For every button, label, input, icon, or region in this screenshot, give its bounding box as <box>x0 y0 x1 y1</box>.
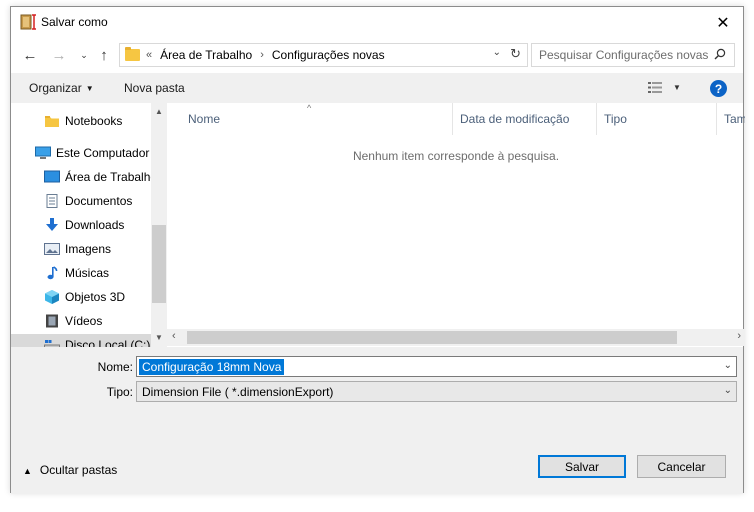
search-box[interactable]: Pesquisar Configurações novas <box>531 43 735 67</box>
refresh-icon[interactable]: ↻ <box>510 46 521 62</box>
scrollbar-thumb[interactable] <box>152 225 166 303</box>
pictures-icon <box>44 242 60 256</box>
forward-button[interactable]: → <box>50 46 68 64</box>
nav-item-label: Área de Trabalho <box>65 170 158 184</box>
close-button[interactable]: ✕ <box>703 7 743 38</box>
navigation-pane-scrollbar[interactable]: ▲ ▼ <box>151 103 167 347</box>
address-bar[interactable]: « Área de Trabalho › Configurações novas… <box>119 43 528 67</box>
hide-folders-label: Ocultar pastas <box>39 463 118 477</box>
nav-item-label: Notebooks <box>65 114 123 128</box>
save-button[interactable]: Salvar <box>538 455 626 478</box>
dialog-title: Salvar como <box>41 15 108 29</box>
column-header-type[interactable]: Tipo <box>597 103 717 135</box>
nav-item-label: Disco Local (C:) <box>65 338 151 347</box>
nav-item-label: Downloads <box>65 218 125 232</box>
chevron-down-icon[interactable]: ⌄ <box>724 360 732 371</box>
chevron-down-icon: ⌄ <box>80 49 88 60</box>
search-icon <box>714 48 726 60</box>
nav-item-notebooks[interactable]: Notebooks <box>44 110 167 132</box>
nav-item-pictures[interactable]: Imagens <box>44 238 167 260</box>
drive-icon <box>44 338 60 347</box>
nav-item-music[interactable]: Músicas <box>44 262 167 284</box>
arrow-left-icon: ← <box>22 46 38 64</box>
navigation-bar: ← → ⌄ ↑ « Área de Trabalho › Configuraçõ… <box>11 38 743 72</box>
empty-message: Nenhum item corresponde à pesquisa. <box>352 149 560 163</box>
download-icon <box>44 218 60 232</box>
breadcrumb-current-folder[interactable]: Configurações novas <box>272 48 385 62</box>
video-icon <box>44 314 60 328</box>
file-name-input[interactable]: Configuração 18mm Nova ⌄ <box>136 356 737 377</box>
view-dropdown-icon[interactable]: ▼ <box>673 83 681 92</box>
scroll-right-icon[interactable]: › <box>737 330 741 342</box>
nav-item-downloads[interactable]: Downloads <box>44 214 167 236</box>
nav-item-label: Imagens <box>65 242 112 256</box>
arrow-up-icon: ↑ <box>100 46 108 64</box>
nav-item-this-pc[interactable]: Este Computador <box>35 142 167 164</box>
column-label: Tamanho <box>724 112 745 126</box>
hide-folders-button[interactable]: ▲ Ocultar pastas <box>23 463 117 477</box>
file-type-label: Tipo: <box>106 385 133 399</box>
address-dropdown-icon[interactable]: ⌄ <box>493 47 501 58</box>
up-button[interactable]: ↑ <box>95 46 113 64</box>
scroll-down-icon[interactable]: ▼ <box>155 333 163 342</box>
help-button[interactable]: ? <box>710 80 727 97</box>
close-icon: ✕ <box>716 14 730 32</box>
nav-item-documents[interactable]: Documentos <box>44 190 167 212</box>
organize-menu-button[interactable]: Organizar ▼ <box>29 81 94 95</box>
scroll-up-icon[interactable]: ▲ <box>155 107 163 116</box>
help-icon: ? <box>714 81 723 96</box>
file-list-horizontal-scrollbar[interactable]: ‹ › <box>167 329 745 346</box>
arrow-right-icon: → <box>51 46 67 64</box>
caret-down-icon: ▼ <box>85 84 94 93</box>
nav-item-videos[interactable]: Vídeos <box>44 310 167 332</box>
title-bar: Salvar como ✕ <box>11 7 743 38</box>
save-as-dialog: Salvar como ✕ ← → ⌄ ↑ « Área de Trabalho… <box>10 6 745 494</box>
file-list[interactable]: ^ Nome Data de modificação Tipo Tamanho … <box>167 103 745 333</box>
navigation-pane: Notebooks Este Computador Área de Trabal… <box>11 103 167 347</box>
cancel-button[interactable]: Cancelar <box>637 455 726 478</box>
nav-item-3d-objects[interactable]: Objetos 3D <box>44 286 167 308</box>
cube-icon <box>44 290 60 304</box>
back-button[interactable]: ← <box>21 46 39 64</box>
new-folder-button[interactable]: Nova pasta <box>124 81 185 95</box>
column-header-name[interactable]: Nome <box>167 103 453 135</box>
column-header-date-modified[interactable]: Data de modificação <box>453 103 597 135</box>
nav-item-label: Músicas <box>65 266 110 280</box>
folder-icon <box>44 114 60 128</box>
nav-item-label: Documentos <box>65 194 133 208</box>
nav-item-label: Este Computador <box>56 146 150 160</box>
file-name-value[interactable]: Configuração 18mm Nova <box>139 358 285 375</box>
scroll-left-icon[interactable]: ‹ <box>172 330 176 342</box>
column-header-size[interactable]: Tamanho <box>717 103 745 135</box>
nav-item-label: Objetos 3D <box>65 290 126 304</box>
nav-item-desktop[interactable]: Área de Trabalho <box>44 166 167 188</box>
nav-item-local-disk[interactable]: Disco Local (C:) <box>11 334 151 347</box>
file-type-select[interactable]: Dimension File ( *.dimensionExport) ⌄ <box>136 381 737 402</box>
column-label: Nome <box>188 112 221 126</box>
search-input[interactable]: Pesquisar Configurações novas <box>539 48 708 62</box>
command-bar: Organizar ▼ Nova pasta ▼ ? <box>11 73 743 103</box>
breadcrumb-desktop[interactable]: Área de Trabalho <box>160 48 252 62</box>
breadcrumb-overflow[interactable]: « <box>146 49 152 61</box>
chevron-down-icon[interactable]: ⌄ <box>724 385 732 396</box>
column-label: Tipo <box>604 112 627 126</box>
column-label: Data de modificação <box>460 112 570 126</box>
organize-label: Organizar <box>29 81 82 95</box>
view-options-icon[interactable] <box>648 82 662 93</box>
chevron-up-icon: ▲ <box>23 466 32 476</box>
scrollbar-thumb[interactable] <box>187 331 677 344</box>
folder-icon <box>125 47 140 61</box>
nav-item-label: Vídeos <box>65 314 103 328</box>
music-icon <box>44 266 60 280</box>
desktop-icon <box>44 170 60 184</box>
file-name-label: Nome: <box>97 360 133 374</box>
documents-icon <box>44 194 60 208</box>
chevron-right-icon[interactable]: › <box>260 49 264 61</box>
app-icon <box>20 14 36 30</box>
file-type-value: Dimension File ( *.dimensionExport) <box>142 384 334 399</box>
computer-icon <box>35 146 51 160</box>
recent-locations-button[interactable]: ⌄ <box>75 46 93 64</box>
save-form: Nome: Configuração 18mm Nova ⌄ Tipo: Dim… <box>11 347 743 494</box>
